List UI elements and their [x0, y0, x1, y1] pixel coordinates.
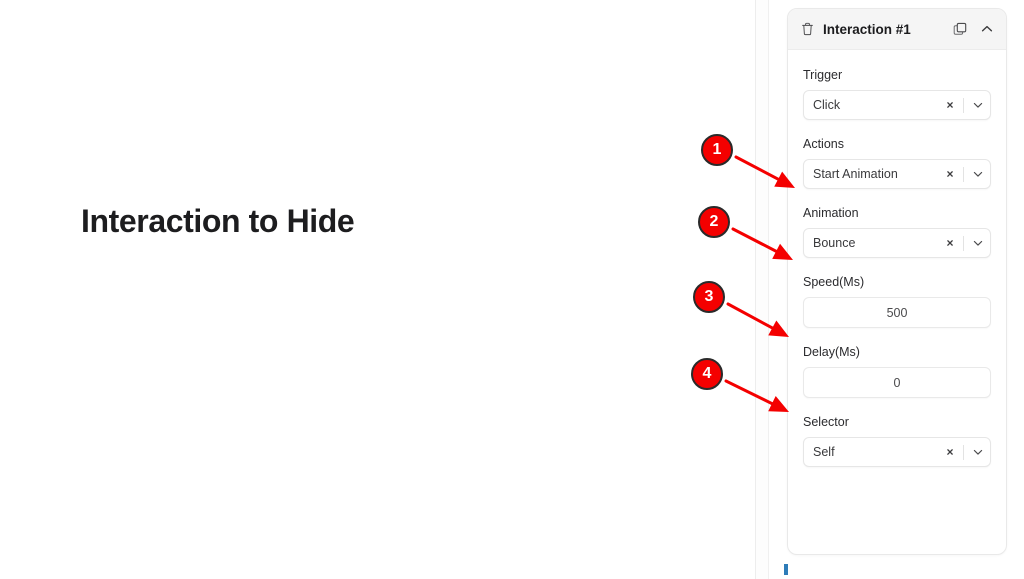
selector-select-value: Self	[813, 445, 835, 459]
chevron-down-icon[interactable]	[966, 99, 990, 111]
actions-select-divider	[963, 166, 964, 182]
animation-select-divider	[963, 235, 964, 251]
field-trigger: Trigger Click ×	[803, 68, 991, 120]
interaction-card-title: Interaction #1	[823, 21, 911, 37]
field-animation: Animation Bounce ×	[803, 206, 991, 258]
actions-select-value: Start Animation	[813, 167, 898, 181]
panel-scrollbar-track[interactable]	[755, 0, 769, 579]
chevron-down-icon[interactable]	[966, 446, 990, 458]
field-delay-label: Delay(Ms)	[803, 345, 860, 359]
interaction-card-body: Trigger Click × Actions Start Animation …	[788, 50, 1006, 467]
selector-clear-icon[interactable]: ×	[941, 446, 959, 458]
trigger-select[interactable]: Click ×	[803, 90, 991, 120]
actions-clear-icon[interactable]: ×	[941, 168, 959, 180]
animation-select[interactable]: Bounce ×	[803, 228, 991, 258]
trash-icon[interactable]	[801, 22, 814, 36]
field-delay: Delay(Ms) 0	[803, 345, 991, 398]
field-animation-label: Animation	[803, 206, 859, 220]
design-canvas[interactable]: Interaction to Hide	[0, 0, 756, 579]
field-selector: Selector Self ×	[803, 415, 991, 467]
field-actions-label: Actions	[803, 137, 844, 151]
animation-select-value: Bounce	[813, 236, 856, 250]
text-cursor-marker	[784, 564, 788, 575]
interactions-sidebar: Interaction #1 Trigger Click × Actions S…	[768, 0, 1024, 579]
chevron-down-icon[interactable]	[966, 168, 990, 180]
trigger-select-divider	[963, 97, 964, 113]
chevron-down-icon[interactable]	[966, 237, 990, 249]
trigger-select-value: Click	[813, 98, 841, 112]
selector-select-divider	[963, 444, 964, 460]
interaction-card: Interaction #1 Trigger Click × Actions S…	[787, 8, 1007, 555]
interaction-card-header[interactable]: Interaction #1	[788, 9, 1006, 50]
field-trigger-label: Trigger	[803, 68, 843, 82]
duplicate-icon[interactable]	[953, 22, 968, 37]
delay-input[interactable]: 0	[803, 367, 991, 398]
field-actions: Actions Start Animation ×	[803, 137, 991, 189]
animation-clear-icon[interactable]: ×	[941, 237, 959, 249]
field-speed: Speed(Ms) 500	[803, 275, 991, 328]
actions-select[interactable]: Start Animation ×	[803, 159, 991, 189]
trigger-clear-icon[interactable]: ×	[941, 99, 959, 111]
selector-select[interactable]: Self ×	[803, 437, 991, 467]
canvas-heading-text[interactable]: Interaction to Hide	[81, 203, 355, 240]
field-selector-label: Selector	[803, 415, 849, 429]
chevron-up-icon[interactable]	[980, 22, 994, 36]
speed-input[interactable]: 500	[803, 297, 991, 328]
field-speed-label: Speed(Ms)	[803, 275, 865, 289]
